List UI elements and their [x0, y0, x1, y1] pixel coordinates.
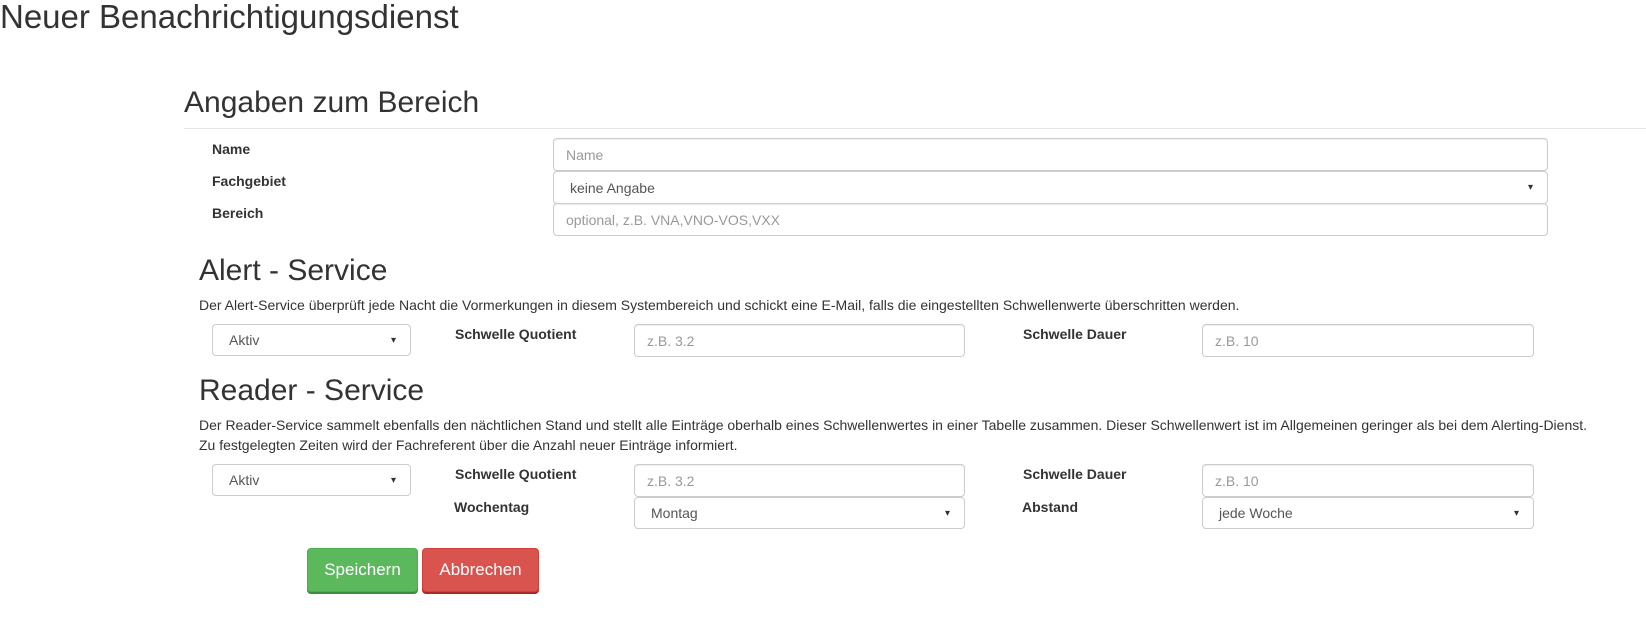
bereich-label: Bereich [212, 205, 264, 221]
alert-quotient-input[interactable]: z.B. 3.2 [634, 324, 965, 357]
abstand-label: Abstand [1022, 499, 1078, 515]
reader-description-line2: Zu festgelegten Zeiten wird der Fachrefe… [199, 437, 738, 453]
reader-quotient-label: Schwelle Quotient [455, 466, 577, 482]
reader-dauer-placeholder: z.B. 10 [1215, 472, 1259, 489]
alert-quotient-label: Schwelle Quotient [455, 326, 577, 342]
section-heading-reader: Reader - Service [199, 374, 425, 407]
name-label: Name [212, 141, 251, 157]
reader-quotient-input[interactable]: z.B. 3.2 [634, 464, 965, 497]
alert-dauer-input[interactable]: z.B. 10 [1202, 324, 1534, 357]
reader-quotient-placeholder: z.B. 3.2 [647, 472, 695, 489]
reader-status-value: Aktiv [229, 472, 260, 488]
chevron-down-icon: ▾ [390, 474, 396, 486]
name-input[interactable]: Name [553, 138, 1548, 171]
wochentag-value: Montag [651, 505, 698, 521]
alert-description: Der Alert-Service überprüft jede Nacht d… [199, 297, 1240, 313]
page-title: Neuer Benachrichtigungsdienst [0, 0, 459, 35]
alert-dauer-placeholder: z.B. 10 [1215, 332, 1259, 349]
bereich-input[interactable]: optional, z.B. VNA,VNO-VOS,VXX [553, 203, 1548, 236]
section-divider [184, 128, 1646, 129]
chevron-down-icon: ▾ [1513, 507, 1519, 519]
reader-status-select[interactable]: Aktiv ▾ [212, 464, 411, 496]
save-button[interactable]: Speichern [307, 548, 418, 592]
reader-dauer-input[interactable]: z.B. 10 [1202, 464, 1534, 497]
wochentag-select[interactable]: Montag ▾ [634, 497, 965, 529]
alert-dauer-label: Schwelle Dauer [1023, 326, 1127, 342]
alert-status-value: Aktiv [229, 332, 260, 348]
abstand-value: jede Woche [1219, 505, 1293, 521]
section-heading-bereich: Angaben zum Bereich [184, 86, 480, 119]
chevron-down-icon: ▾ [1527, 182, 1533, 193]
alert-quotient-placeholder: z.B. 3.2 [647, 332, 695, 349]
alert-status-select[interactable]: Aktiv ▾ [212, 324, 411, 356]
wochentag-label: Wochentag [454, 499, 530, 515]
reader-dauer-label: Schwelle Dauer [1023, 466, 1127, 482]
section-heading-alert: Alert - Service [199, 254, 388, 287]
cancel-button[interactable]: Abbrechen [422, 548, 539, 592]
fachgebiet-select[interactable]: keine Angabe ▾ [553, 171, 1548, 204]
chevron-down-icon: ▾ [390, 334, 396, 346]
bereich-placeholder: optional, z.B. VNA,VNO-VOS,VXX [566, 211, 780, 228]
fachgebiet-value: keine Angabe [570, 179, 655, 196]
fachgebiet-label: Fachgebiet [212, 173, 286, 189]
chevron-down-icon: ▾ [944, 507, 950, 519]
abstand-select[interactable]: jede Woche ▾ [1202, 497, 1534, 529]
name-placeholder: Name [566, 146, 604, 163]
reader-description-line1: Der Reader-Service sammelt ebenfalls den… [199, 417, 1588, 433]
